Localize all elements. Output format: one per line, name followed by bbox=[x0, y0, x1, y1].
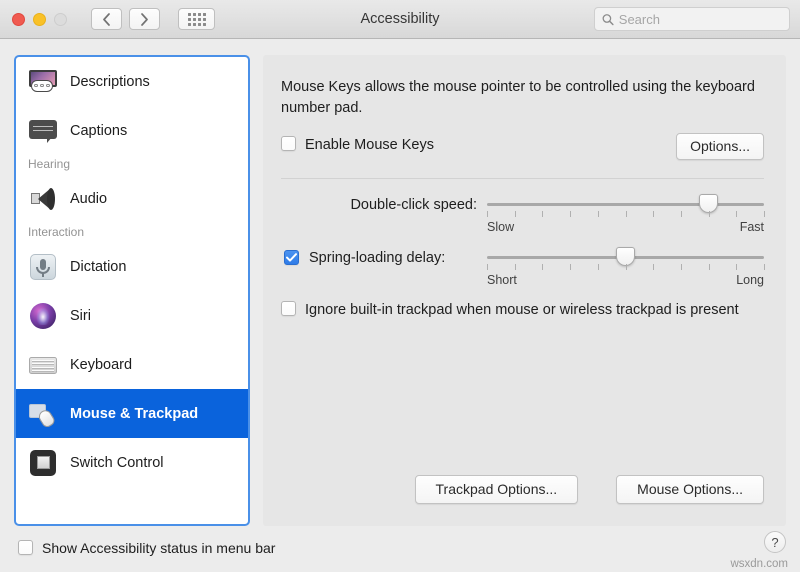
slider-max-label: Fast bbox=[739, 219, 764, 234]
double-click-speed-label-wrap: Double-click speed: bbox=[281, 193, 477, 213]
trackpad-options-button[interactable]: Trackpad Options... bbox=[414, 475, 579, 504]
enable-mouse-keys-checkbox[interactable] bbox=[281, 136, 296, 152]
double-click-speed-label: Double-click speed: bbox=[350, 196, 477, 213]
checkmark-icon bbox=[286, 253, 297, 262]
sidebar-item-mouse-trackpad[interactable]: Mouse & Trackpad bbox=[16, 389, 248, 438]
slider-track[interactable] bbox=[487, 193, 764, 213]
show-accessibility-status-label: Show Accessibility status in menu bar bbox=[42, 539, 276, 556]
window-titlebar: Accessibility bbox=[0, 0, 800, 39]
enable-mouse-keys-row: Enable Mouse Keys Options... bbox=[281, 132, 764, 160]
sidebar-group-hearing: Hearing bbox=[28, 157, 71, 171]
enable-mouse-keys-checkbox-row[interactable]: Enable Mouse Keys bbox=[281, 136, 434, 156]
sidebar-group-interaction: Interaction bbox=[28, 225, 85, 239]
slider-min-label: Slow bbox=[487, 219, 515, 234]
accessibility-feature-list[interactable]: Descriptions Captions Hearing Audio Inte… bbox=[14, 55, 250, 526]
show-accessibility-status-checkbox[interactable] bbox=[18, 539, 33, 555]
back-button[interactable] bbox=[91, 8, 122, 30]
sidebar-item-label: Descriptions bbox=[70, 73, 150, 90]
search-icon bbox=[602, 13, 614, 25]
dictation-icon bbox=[28, 252, 58, 282]
navigation-buttons bbox=[91, 8, 160, 30]
enable-mouse-keys-label: Enable Mouse Keys bbox=[305, 137, 434, 154]
watermark: wsxdn.com bbox=[730, 558, 788, 570]
panel-action-buttons: Trackpad Options... Mouse Options... bbox=[263, 475, 764, 504]
chevron-left-icon bbox=[103, 12, 110, 26]
sidebar-item-keyboard[interactable]: Keyboard bbox=[16, 340, 248, 389]
sidebar-item-dictation[interactable]: Dictation bbox=[16, 242, 248, 291]
help-button[interactable]: ? bbox=[764, 531, 786, 553]
sidebar-item-label: Audio bbox=[70, 190, 108, 207]
audio-icon bbox=[28, 184, 58, 214]
slider-track[interactable] bbox=[487, 246, 764, 266]
slider-ticks bbox=[487, 263, 765, 272]
mouse-trackpad-settings-panel: Mouse Keys allows the mouse pointer to b… bbox=[263, 55, 786, 526]
sidebar-item-captions[interactable]: Captions bbox=[16, 106, 248, 155]
sidebar-item-audio[interactable]: Audio bbox=[16, 174, 248, 223]
grid-icon bbox=[187, 12, 206, 26]
search-field[interactable] bbox=[594, 7, 790, 31]
sidebar-item-label: Siri bbox=[70, 307, 91, 324]
ignore-trackpad-checkbox[interactable] bbox=[281, 300, 296, 316]
slider-ticks bbox=[487, 210, 765, 219]
zoom-window-button bbox=[54, 12, 67, 26]
double-click-speed-slider-block: Double-click speed: Slow Fast bbox=[281, 193, 765, 234]
captions-icon bbox=[28, 116, 58, 146]
preferences-window: Accessibility Descriptions bbox=[0, 0, 800, 572]
slider-max-label: Long bbox=[736, 272, 764, 287]
ignore-trackpad-checkbox-row[interactable]: Ignore built-in trackpad when mouse or w… bbox=[281, 300, 751, 321]
minimize-window-button[interactable] bbox=[33, 12, 46, 26]
siri-icon bbox=[28, 301, 58, 331]
spring-loading-delay-checkbox[interactable] bbox=[284, 250, 299, 266]
slider-end-labels: Short Long bbox=[487, 273, 764, 287]
mouse-options-button[interactable]: Mouse Options... bbox=[616, 475, 764, 504]
sidebar-item-label: Mouse & Trackpad bbox=[70, 405, 199, 422]
mouse-keys-options-button[interactable]: Options... bbox=[676, 132, 764, 160]
close-window-button[interactable] bbox=[12, 12, 25, 26]
spring-loading-delay-slider[interactable]: Short Long bbox=[477, 246, 765, 287]
spring-loading-delay-label: Spring-loading delay: bbox=[309, 249, 446, 266]
window-footer: Show Accessibility status in menu bar ? … bbox=[0, 526, 800, 572]
mouse-keys-description: Mouse Keys allows the mouse pointer to b… bbox=[281, 79, 755, 117]
sidebar-item-switch-control[interactable]: Switch Control bbox=[16, 438, 248, 487]
sidebar-item-label: Dictation bbox=[70, 258, 127, 275]
sidebar-item-descriptions[interactable]: Descriptions bbox=[16, 57, 248, 106]
show-all-button[interactable] bbox=[178, 8, 215, 30]
forward-button[interactable] bbox=[129, 8, 160, 30]
preferences-content: Descriptions Captions Hearing Audio Inte… bbox=[0, 39, 800, 526]
ignore-trackpad-label: Ignore built-in trackpad when mouse or w… bbox=[305, 301, 739, 318]
sidebar-item-siri[interactable]: Siri bbox=[16, 291, 248, 340]
sidebar-item-label: Keyboard bbox=[70, 356, 133, 373]
show-status-checkbox-row[interactable]: Show Accessibility status in menu bar bbox=[18, 539, 276, 559]
double-click-speed-slider[interactable]: Slow Fast bbox=[477, 193, 765, 234]
descriptions-icon bbox=[28, 67, 58, 97]
sidebar-item-label: Captions bbox=[70, 122, 128, 139]
slider-min-label: Short bbox=[487, 272, 517, 287]
keyboard-icon bbox=[28, 350, 58, 380]
section-divider bbox=[281, 177, 764, 179]
mouse-trackpad-icon bbox=[28, 399, 58, 429]
spring-loading-delay-label-wrap: Spring-loading delay: bbox=[281, 246, 477, 266]
spring-loading-delay-slider-block: Spring-loading delay: Short Long bbox=[281, 246, 765, 287]
sidebar-item-label: Switch Control bbox=[70, 454, 164, 471]
traffic-lights bbox=[12, 12, 67, 26]
slider-end-labels: Slow Fast bbox=[487, 220, 764, 234]
switch-control-icon bbox=[28, 448, 58, 478]
search-input[interactable] bbox=[618, 11, 782, 27]
chevron-right-icon bbox=[141, 12, 148, 26]
